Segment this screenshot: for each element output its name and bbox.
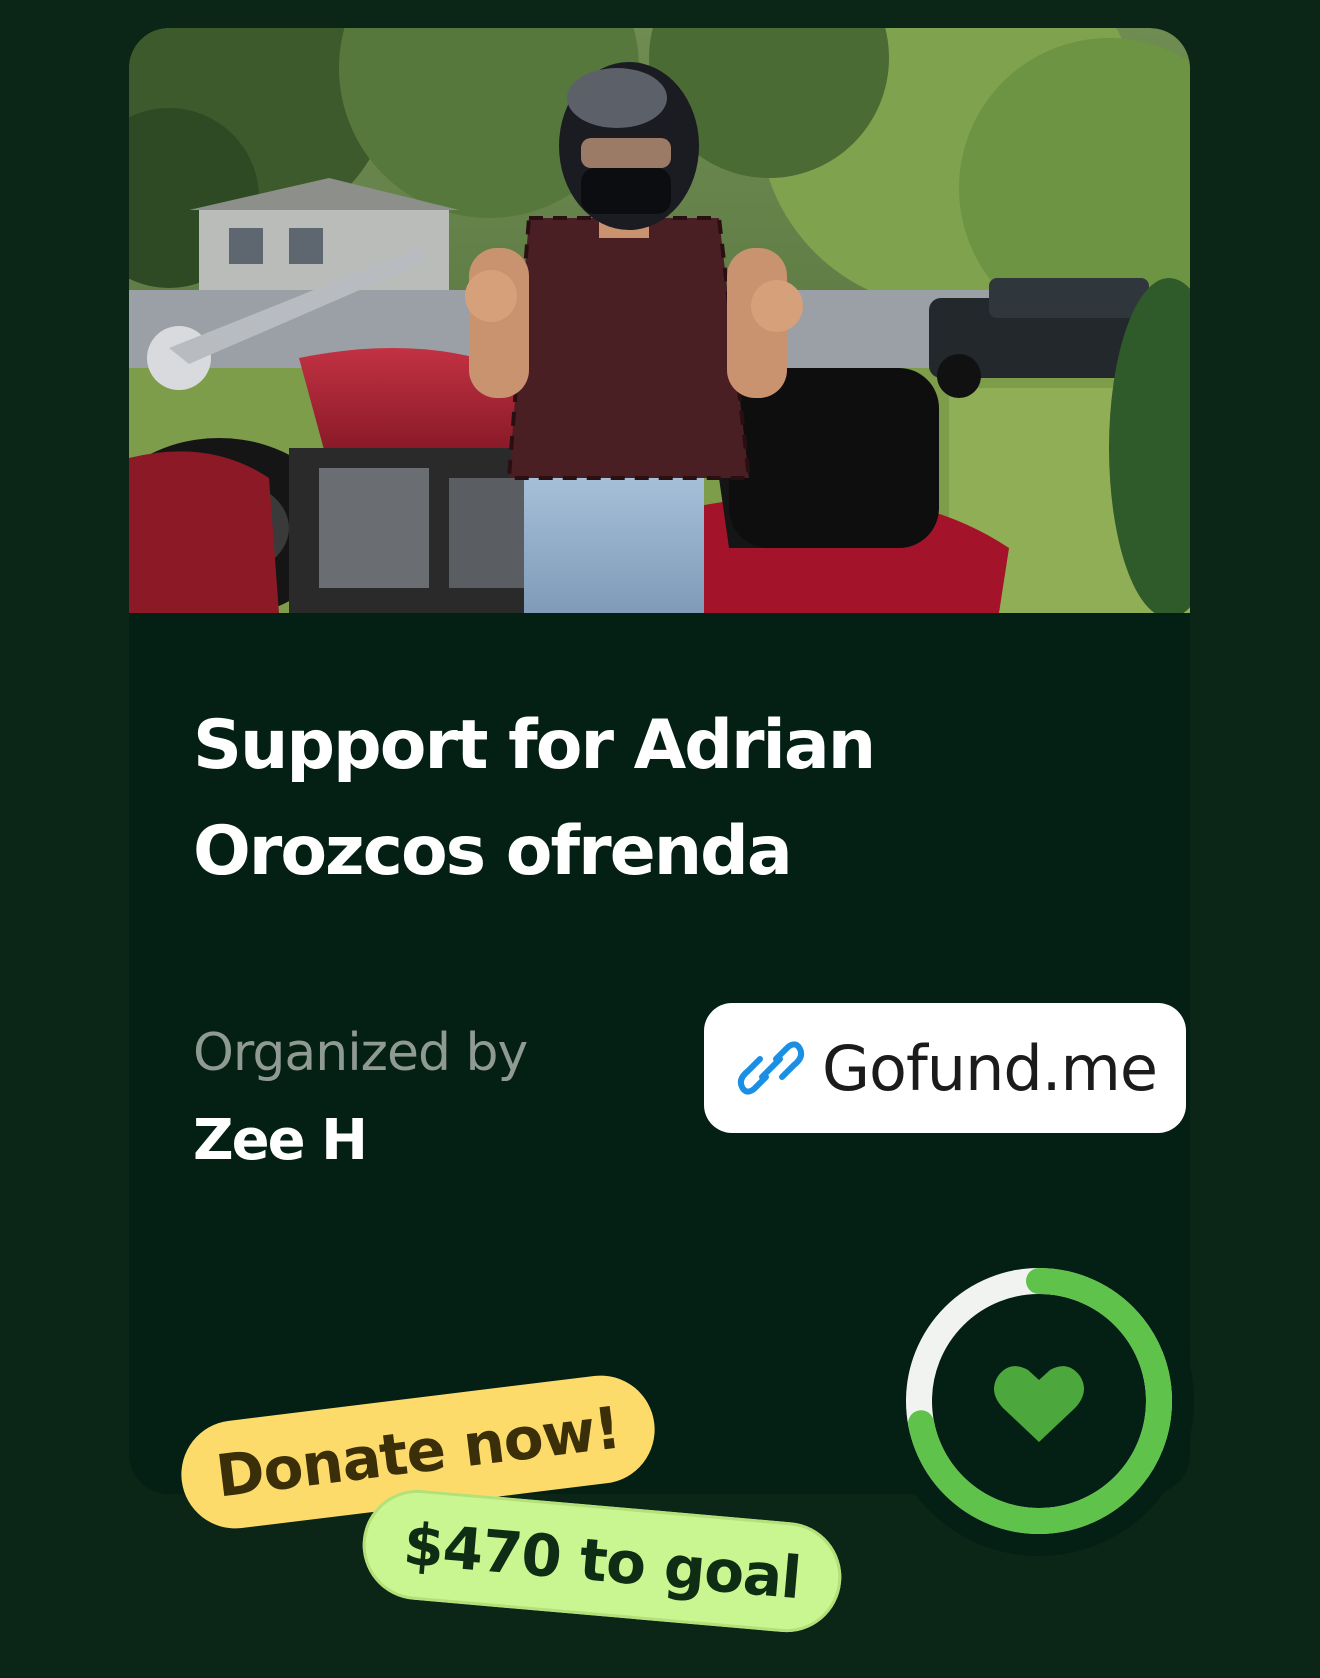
organizer-name[interactable]: Zee H (193, 1108, 368, 1173)
goal-progress-ring (884, 1246, 1194, 1556)
gofundme-link-label: Gofund.me (822, 1031, 1158, 1105)
campaign-photo (129, 28, 1190, 613)
goal-remaining-badge: $470 to goal (358, 1485, 846, 1637)
link-icon (736, 1033, 806, 1103)
campaign-title: Support for Adrian Orozcos ofrenda (193, 706, 876, 891)
gofundme-link-button[interactable]: Gofund.me (704, 1003, 1186, 1133)
heart-icon (994, 1366, 1084, 1442)
organized-by-label: Organized by (193, 1023, 528, 1083)
